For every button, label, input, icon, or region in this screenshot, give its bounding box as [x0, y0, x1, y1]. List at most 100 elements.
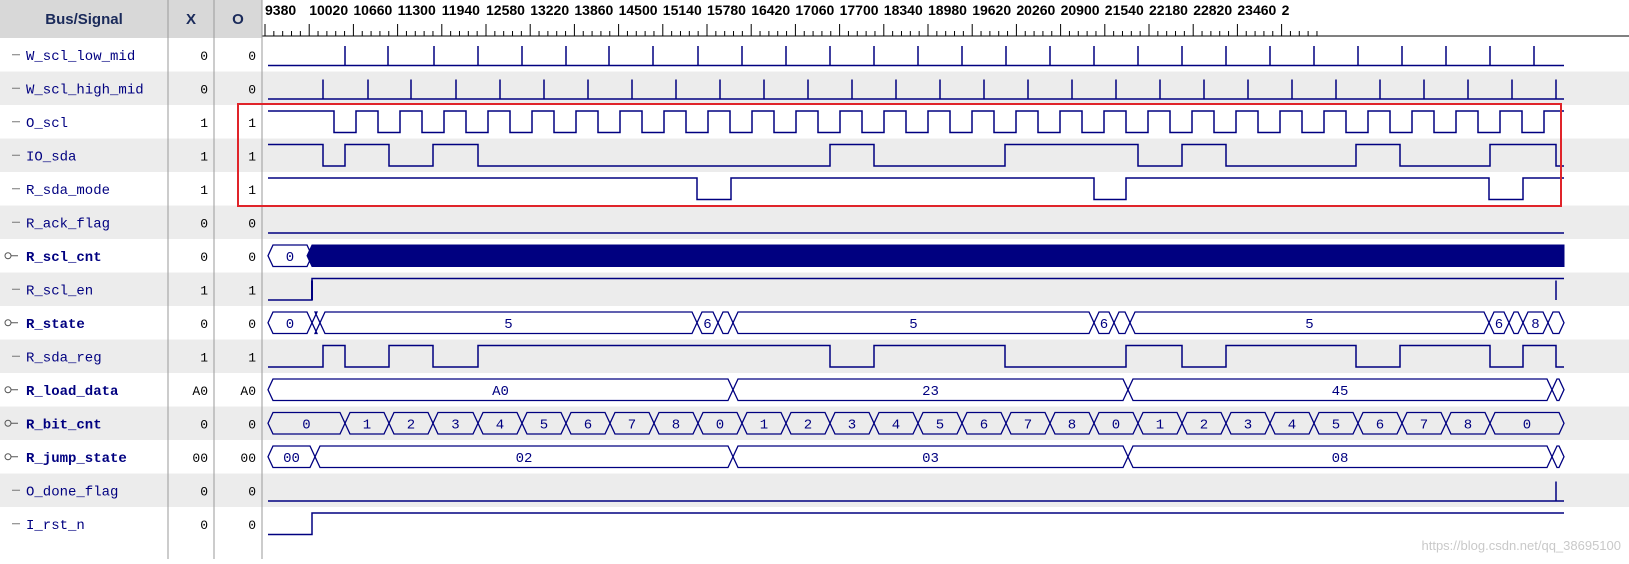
signal-row: [0, 473, 1629, 507]
wave-R_bit_cnt-value: 2: [804, 417, 812, 433]
signal-value-x: 1: [200, 350, 208, 365]
waveform-canvas: Bus/Signal X O9380 10020 10660 11300 11940 1258…: [0, 0, 1629, 559]
signal-value-o: 0: [248, 317, 256, 332]
wave-R_bit_cnt-value: 4: [892, 417, 900, 433]
signal-row: [0, 507, 1629, 541]
time-tick-label: 16420: [751, 2, 790, 18]
time-tick-label: 13860: [574, 2, 613, 18]
time-tick-label: 20900: [1061, 2, 1100, 18]
wave-R_bit_cnt-value: 3: [1244, 417, 1252, 433]
wave-R_state-value: 5: [1305, 317, 1313, 333]
signal-value-o: 0: [248, 82, 256, 97]
signal-row: [0, 339, 1629, 373]
wave-R_bit_cnt-value: 6: [980, 417, 988, 433]
wave-R_bit_cnt-value: 1: [363, 417, 371, 433]
signal-value-x: 1: [200, 283, 208, 298]
wave-R_state-value: 6: [1495, 317, 1503, 333]
wave-R_state-value: 5: [504, 317, 512, 333]
wave-R_jump_state-value: 02: [516, 451, 533, 467]
signal-name-R_sda_mode[interactable]: R_sda_mode: [26, 183, 110, 199]
time-tick-label: 12580: [486, 2, 525, 18]
column-header-signal: Bus/Signal: [45, 11, 123, 28]
signal-name-O_scl[interactable]: O_scl: [26, 116, 68, 132]
time-tick-label: 15140: [663, 2, 702, 18]
header-bar: [0, 0, 262, 38]
wave-R_state-value: 8: [1531, 317, 1539, 333]
wave-R_state-value: 6: [1100, 317, 1108, 333]
signal-value-o: 0: [248, 250, 256, 265]
wave-R_load_data-value: 45: [1332, 384, 1349, 400]
wave-R_state-value: 5: [909, 317, 917, 333]
wave-R_bit_cnt-value: 8: [1068, 417, 1076, 433]
time-tick-label: 23460: [1237, 2, 1276, 18]
signal-value-o: 0: [248, 216, 256, 231]
signal-name-R_scl_cnt[interactable]: R_scl_cnt: [26, 250, 102, 266]
signal-value-x: 00: [192, 451, 208, 466]
signal-name-IO_sda[interactable]: IO_sda: [26, 149, 76, 165]
signal-row: [0, 205, 1629, 239]
signal-row: [0, 38, 1629, 72]
signal-name-I_rst_n[interactable]: I_rst_n: [26, 518, 85, 534]
wave-R_jump_state-value: 08: [1332, 451, 1349, 467]
column-header-o: O: [232, 11, 244, 28]
signal-value-x: 1: [200, 149, 208, 164]
time-tick-label: 21540: [1105, 2, 1144, 18]
signal-value-x: 0: [200, 216, 208, 231]
signal-row: [0, 105, 1629, 139]
signal-name-O_done_flag[interactable]: O_done_flag: [26, 484, 118, 500]
signal-value-o: 00: [240, 451, 256, 466]
signal-name-R_ack_flag[interactable]: R_ack_flag: [26, 216, 110, 232]
signal-row: [0, 406, 1629, 440]
signal-value-o: 1: [248, 350, 256, 365]
signal-name-R_jump_state[interactable]: R_jump_state: [26, 451, 127, 467]
wave-R_bit_cnt-value: 4: [496, 417, 504, 433]
watermark: https://blog.csdn.net/qq_38695100: [1421, 538, 1622, 553]
wave-R_bit_cnt-value: 8: [1464, 417, 1472, 433]
column-header-x: X: [186, 11, 196, 28]
signal-value-o: 0: [248, 417, 256, 432]
wave-R_bit_cnt-value: 1: [1156, 417, 1164, 433]
wave-R_bit_cnt-value: 2: [1200, 417, 1208, 433]
signal-name-R_sda_reg[interactable]: R_sda_reg: [26, 350, 102, 366]
time-tick-label: 14500: [619, 2, 658, 18]
wave-R_state-value: 0: [286, 317, 294, 333]
signal-value-o: 0: [248, 518, 256, 533]
wave-R_bit_cnt-value: 5: [936, 417, 944, 433]
signal-row: [0, 272, 1629, 306]
wave-R_bit_cnt-value: 0: [1112, 417, 1120, 433]
signal-name-R_scl_en[interactable]: R_scl_en: [26, 283, 93, 299]
wave-R_bit_cnt-value: 3: [848, 417, 856, 433]
wave-R_bit_cnt-value: 7: [628, 417, 636, 433]
wave-R_bit_cnt-value: 4: [1288, 417, 1296, 433]
time-tick-label: 10660: [353, 2, 392, 18]
time-tick-label: 15780: [707, 2, 746, 18]
signal-row: [0, 306, 1629, 340]
wave-R_scl_cnt-value: 0: [286, 250, 294, 266]
time-tick-label: 19620: [972, 2, 1011, 18]
signal-name-R_bit_cnt[interactable]: R_bit_cnt: [26, 417, 102, 433]
time-tick-label: 22180: [1149, 2, 1188, 18]
signal-name-W_scl_high_mid[interactable]: W_scl_high_mid: [26, 82, 144, 98]
time-tick-label: 11940: [442, 2, 480, 18]
signal-value-x: 0: [200, 417, 208, 432]
time-tick-label: 20260: [1016, 2, 1055, 18]
signal-value-x: 1: [200, 116, 208, 131]
waveform-viewer: Bus/Signal X O 9380 10020 10660 11300 11940 1258…: [0, 0, 1629, 559]
signal-row: [0, 172, 1629, 206]
wave-R_bit_cnt-value: 8: [672, 417, 680, 433]
signal-value-o: 1: [248, 183, 256, 198]
wave-R_bit_cnt-value: 6: [1376, 417, 1384, 433]
signal-name-R_load_data[interactable]: R_load_data: [26, 384, 119, 400]
time-tick-label: 2: [1282, 2, 1290, 18]
signal-name-W_scl_low_mid[interactable]: W_scl_low_mid: [26, 49, 135, 65]
signal-value-o: 0: [248, 49, 256, 64]
wave-R_scl_cnt-dense: [306, 244, 1565, 267]
time-tick-label: 18340: [884, 2, 923, 18]
wave-R_bit_cnt-value: 5: [540, 417, 548, 433]
signal-value-x: 0: [200, 518, 208, 533]
signal-value-o: 0: [248, 484, 256, 499]
signal-value-x: A0: [192, 384, 208, 399]
signal-name-R_state[interactable]: R_state: [26, 317, 85, 333]
signal-value-o: 1: [248, 283, 256, 298]
wave-R_bit_cnt-value: 7: [1420, 417, 1428, 433]
